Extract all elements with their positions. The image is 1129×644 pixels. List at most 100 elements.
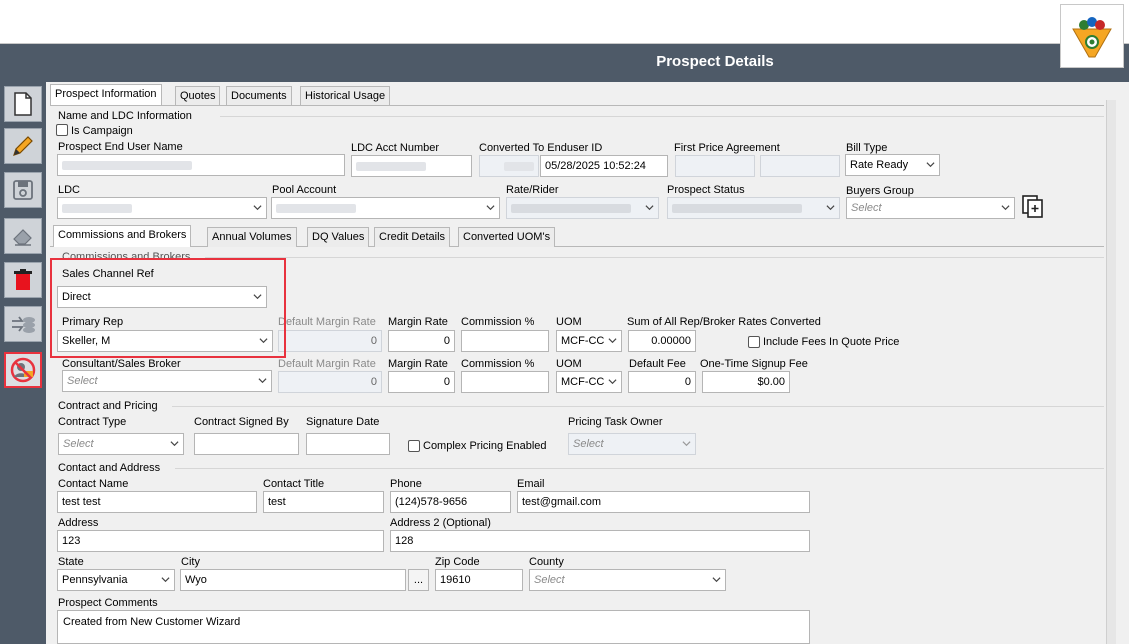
section-divider: [175, 468, 1104, 469]
state-label: State: [58, 556, 84, 568]
chevron-down-icon: [826, 205, 835, 211]
ldc-select[interactable]: [57, 197, 267, 219]
pool-account-select[interactable]: [271, 197, 500, 219]
city-input[interactable]: Wyo: [180, 569, 406, 591]
section-divider: [205, 257, 1104, 258]
tab-quotes[interactable]: Quotes: [175, 86, 221, 106]
signature-date-input[interactable]: [306, 433, 390, 455]
chevron-down-icon: [712, 577, 721, 583]
sum-rates-input: 0.00000: [628, 330, 696, 352]
broker-default-margin-rate-input: 0: [278, 371, 382, 393]
vertical-scrollbar[interactable]: [1106, 100, 1116, 644]
one-time-fee-input[interactable]: $0.00: [702, 371, 790, 393]
add-buyers-group-button[interactable]: [1021, 194, 1045, 220]
prospect-status-select[interactable]: [667, 197, 840, 219]
rep-commission-pct-input[interactable]: [461, 330, 549, 352]
chevron-down-icon: [258, 378, 267, 384]
uom-label: UOM: [556, 316, 582, 328]
complex-pricing-checkbox[interactable]: [408, 440, 420, 452]
tab-historical-usage[interactable]: Historical Usage: [300, 86, 391, 106]
chevron-down-icon: [645, 205, 654, 211]
chevron-down-icon: [486, 205, 495, 211]
subtab-converted-uoms[interactable]: Converted UOM's: [458, 227, 556, 247]
bill-type-label: Bill Type: [846, 142, 888, 154]
contact-title-input[interactable]: test: [263, 491, 384, 513]
zip-code-input[interactable]: 19610: [435, 569, 523, 591]
copy-add-icon: [1022, 195, 1043, 218]
convert-button[interactable]: [4, 306, 42, 342]
bill-type-select[interactable]: Rate Ready: [845, 154, 940, 176]
sum-rates-label: Sum of All Rep/Broker Rates Converted: [627, 316, 821, 328]
email-input[interactable]: test@gmail.com: [517, 491, 810, 513]
subtab-dq-values[interactable]: DQ Values: [307, 227, 370, 247]
document-icon: [14, 92, 32, 116]
ldc-acct-number-input[interactable]: [351, 155, 472, 177]
no-broker-button[interactable]: [4, 352, 42, 388]
buyers-group-select[interactable]: Select: [846, 197, 1015, 219]
subtab-annual-volumes[interactable]: Annual Volumes: [207, 227, 297, 247]
city-label: City: [181, 556, 200, 568]
default-fee-input[interactable]: 0: [628, 371, 696, 393]
pool-account-label: Pool Account: [272, 184, 337, 196]
contract-section-title: Contract and Pricing: [58, 400, 158, 412]
rate-rider-select[interactable]: [506, 197, 659, 219]
rate-rider-label: Rate/Rider: [506, 184, 559, 196]
converted-to-enduser-id-label: Converted To Enduser ID: [479, 142, 603, 154]
address2-input[interactable]: 128: [390, 530, 810, 552]
edit-button[interactable]: [4, 128, 42, 164]
chevron-down-icon: [161, 577, 170, 583]
chevron-down-icon: [926, 162, 935, 168]
save-button[interactable]: [4, 172, 42, 208]
broker-blocked-icon: [10, 357, 36, 383]
subtab-commissions-and-brokers[interactable]: Commissions and Brokers: [53, 225, 192, 247]
trash-icon: [14, 269, 32, 290]
clear-button[interactable]: [4, 218, 42, 254]
broker-default-margin-rate-label: Default Margin Rate: [278, 358, 376, 370]
complex-pricing-label: Complex Pricing Enabled: [423, 440, 547, 452]
chevron-down-icon: [253, 205, 262, 211]
address2-label: Address 2 (Optional): [390, 517, 491, 529]
contact-name-input[interactable]: test test: [57, 491, 257, 513]
page-title: Prospect Details: [656, 53, 774, 70]
highlight-box: [50, 258, 286, 358]
converted-enduser-id-input: [479, 155, 539, 177]
state-select[interactable]: Pennsylvania: [57, 569, 175, 591]
pricing-task-owner-select[interactable]: Select: [568, 433, 696, 455]
prospect-status-label: Prospect Status: [667, 184, 745, 196]
is-campaign-checkbox[interactable]: [56, 124, 68, 136]
tab-documents[interactable]: Documents: [226, 86, 292, 106]
contract-signed-by-label: Contract Signed By: [194, 416, 289, 428]
consultant-select[interactable]: Select: [62, 370, 272, 392]
include-fees-checkbox[interactable]: [748, 336, 760, 348]
address-input[interactable]: 123: [57, 530, 384, 552]
city-lookup-button[interactable]: ...: [408, 569, 429, 591]
county-label: County: [529, 556, 564, 568]
subtab-credit-details[interactable]: Credit Details: [374, 227, 451, 247]
rep-uom-select[interactable]: MCF-CC: [556, 330, 622, 352]
is-campaign-label: Is Campaign: [71, 125, 133, 137]
chevron-down-icon: [608, 379, 617, 385]
contract-type-select[interactable]: Select: [58, 433, 184, 455]
county-select[interactable]: Select: [529, 569, 726, 591]
converted-date-input: 05/28/2025 10:52:24: [540, 155, 668, 177]
delete-button[interactable]: [4, 262, 42, 298]
floppy-disk-icon: [13, 180, 33, 200]
tab-divider: [50, 105, 1104, 106]
first-price-agreement-date-input: [760, 155, 840, 177]
broker-margin-rate-input[interactable]: 0: [388, 371, 455, 393]
broker-commission-pct-input[interactable]: [461, 371, 549, 393]
tab-prospect-information[interactable]: Prospect Information: [50, 84, 162, 106]
first-price-agreement-input: [675, 155, 755, 177]
rep-margin-rate-input[interactable]: 0: [388, 330, 455, 352]
prospect-end-user-name-input[interactable]: [57, 154, 345, 176]
one-time-fee-label: One-Time Signup Fee: [700, 358, 808, 370]
broker-uom-select[interactable]: MCF-CC: [556, 371, 622, 393]
prospect-end-user-name-label: Prospect End User Name: [58, 141, 183, 153]
broker-uom-label: UOM: [556, 358, 582, 370]
prospect-comments-textarea[interactable]: Created from New Customer Wizard: [57, 610, 810, 644]
new-document-button[interactable]: [4, 86, 42, 122]
phone-input[interactable]: (124)578-9656: [390, 491, 511, 513]
contract-signed-by-input[interactable]: [194, 433, 299, 455]
email-label: Email: [517, 478, 545, 490]
chevron-down-icon: [170, 441, 179, 447]
